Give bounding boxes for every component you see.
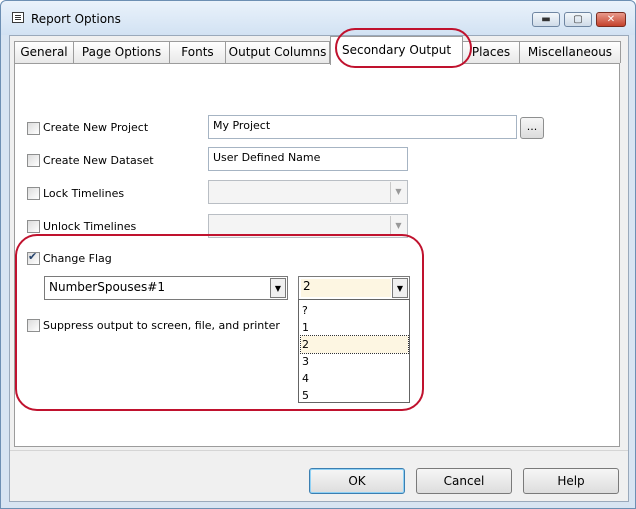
- browse-project-button[interactable]: ...: [520, 117, 544, 139]
- unlock-timelines-checkbox[interactable]: [27, 220, 40, 233]
- unlock-timelines-label: Unlock Timelines: [43, 220, 137, 233]
- change-flag-checkbox[interactable]: [27, 250, 40, 265]
- chevron-down-icon[interactable]: ▼: [390, 216, 406, 236]
- create-new-dataset-label: Create New Dataset: [43, 154, 154, 167]
- cancel-button[interactable]: Cancel: [416, 468, 512, 494]
- report-options-window: Report Options ▬ ▢ ✕ General Page Option…: [0, 0, 636, 509]
- tab-general[interactable]: General: [14, 41, 74, 63]
- minimize-button[interactable]: ▬: [532, 12, 560, 27]
- help-button[interactable]: Help: [523, 468, 619, 494]
- secondary-output-panel: Create New Project My Project ... Create…: [14, 63, 620, 447]
- chevron-down-icon[interactable]: ▼: [392, 278, 408, 298]
- ok-button[interactable]: OK: [309, 468, 405, 494]
- dataset-name-field[interactable]: User Defined Name: [208, 147, 408, 171]
- button-bar: OK Cancel Help: [10, 454, 628, 501]
- close-button[interactable]: ✕: [596, 12, 626, 27]
- divider: [10, 450, 628, 451]
- flag-value-dropdown-list: ? 1 2 3 4 5: [298, 299, 410, 403]
- dialog-client-area: General Page Options Fonts Output Column…: [9, 28, 629, 502]
- unlock-timelines-select[interactable]: ▼: [208, 214, 408, 238]
- tab-secondary-output[interactable]: Secondary Output: [330, 36, 463, 65]
- lock-timelines-select[interactable]: ▼: [208, 180, 408, 204]
- chevron-down-icon[interactable]: ▼: [390, 182, 406, 202]
- dropdown-option[interactable]: 4: [301, 370, 408, 387]
- report-icon: [12, 12, 24, 23]
- lock-timelines-checkbox[interactable]: [27, 187, 40, 200]
- create-new-project-label: Create New Project: [43, 121, 149, 134]
- tab-fonts[interactable]: Fonts: [169, 41, 226, 63]
- tab-strip: General Page Options Fonts Output Column…: [10, 36, 628, 65]
- suppress-output-label: Suppress output to screen, file, and pri…: [43, 319, 280, 332]
- lock-timelines-label: Lock Timelines: [43, 187, 125, 200]
- maximize-button[interactable]: ▢: [564, 12, 592, 27]
- flag-field-value: NumberSpouses#1: [49, 280, 165, 294]
- change-flag-label: Change Flag: [43, 252, 112, 265]
- suppress-output-checkbox[interactable]: [27, 319, 40, 332]
- window-title: Report Options: [31, 12, 121, 26]
- dropdown-option[interactable]: ?: [301, 302, 408, 319]
- dropdown-option-selected[interactable]: 2: [300, 335, 409, 354]
- tab-output-columns[interactable]: Output Columns: [225, 41, 330, 63]
- dropdown-option[interactable]: 5: [301, 387, 408, 404]
- flag-value-select[interactable]: 2 ▼: [298, 276, 410, 300]
- chevron-down-icon[interactable]: ▼: [270, 278, 286, 298]
- title-bar[interactable]: Report Options ▬ ▢ ✕: [1, 1, 635, 35]
- dropdown-option[interactable]: 1: [301, 319, 408, 336]
- flag-field-select[interactable]: NumberSpouses#1 ▼: [44, 276, 288, 300]
- flag-value-current: 2: [301, 279, 391, 297]
- dropdown-option[interactable]: 3: [301, 353, 408, 370]
- create-new-dataset-checkbox[interactable]: [27, 154, 40, 167]
- tab-miscellaneous[interactable]: Miscellaneous: [519, 41, 621, 63]
- create-new-project-checkbox[interactable]: [27, 122, 40, 135]
- tab-page-options[interactable]: Page Options: [73, 41, 170, 63]
- project-name-field[interactable]: My Project: [208, 115, 517, 139]
- tab-places[interactable]: Places: [462, 41, 520, 63]
